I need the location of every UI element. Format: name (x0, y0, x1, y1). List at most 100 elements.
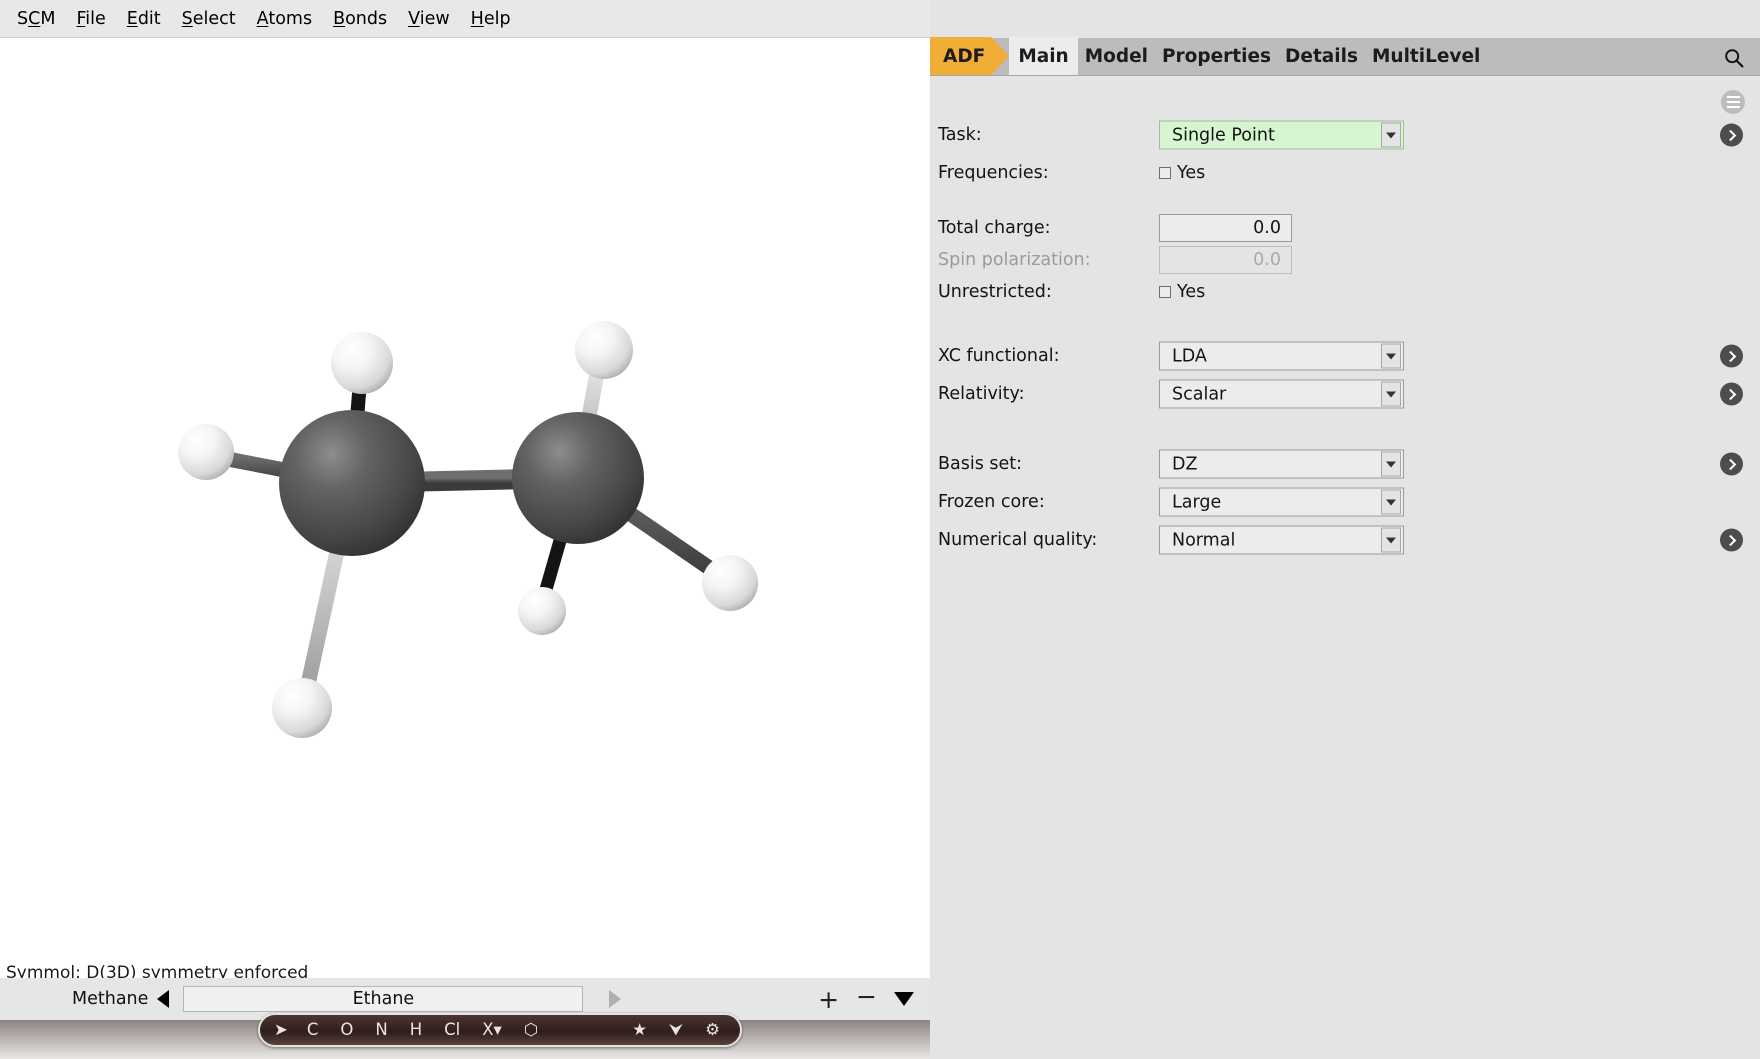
total-charge-input[interactable]: 0.0 (1159, 214, 1292, 242)
field-row-unrestricted: Unrestricted: Yes (930, 275, 1760, 309)
menu-bonds[interactable]: Bonds (323, 7, 398, 31)
atom-hydrogen-2[interactable] (331, 332, 393, 394)
atom-tool-n[interactable]: N (364, 1015, 398, 1045)
pick-tool-icon[interactable]: ⮟ (658, 1015, 694, 1045)
relativity-dropdown[interactable]: Scalar (1159, 380, 1404, 409)
current-molecule-field[interactable]: Ethane (183, 986, 583, 1012)
chevron-down-icon[interactable] (1381, 490, 1401, 515)
search-icon[interactable] (1724, 48, 1744, 68)
tab-model[interactable]: Model (1078, 37, 1155, 75)
xc-functional-label: XC functional: (938, 346, 1059, 366)
basis-set-dropdown[interactable]: DZ (1159, 450, 1404, 479)
menu-scm-accel: C (28, 9, 40, 29)
favorites-star-icon[interactable]: ★ (621, 1015, 658, 1045)
relativity-label: Relativity: (938, 384, 1025, 404)
task-label: Task: (938, 125, 982, 145)
unrestricted-checkbox-label: Yes (1177, 282, 1205, 302)
menu-view[interactable]: View (398, 7, 461, 31)
frozen-core-label: Frozen core: (938, 492, 1045, 512)
menu-select-accel: S (182, 9, 193, 29)
atom-hydrogen-4[interactable] (702, 555, 758, 611)
chevron-down-icon[interactable] (1381, 528, 1401, 553)
field-row-frozen-core: Frozen core: Large (930, 485, 1760, 519)
field-row-spin-polarization: Spin polarization: 0.0 (930, 243, 1760, 277)
triangle-left-icon[interactable] (157, 990, 169, 1008)
chevron-down-icon[interactable] (1381, 123, 1401, 148)
menu-bonds-accel: B (333, 9, 345, 29)
task-dropdown[interactable]: Single Point (1159, 121, 1404, 150)
field-row-relativity: Relativity: Scalar (930, 377, 1760, 411)
menu-atoms-post: toms (268, 9, 312, 29)
select-cursor-tool[interactable]: ➤ (269, 1015, 296, 1045)
menu-scm[interactable]: SCM (7, 7, 66, 31)
task-detail-button[interactable] (1720, 124, 1743, 147)
chevron-down-icon[interactable] (1381, 344, 1401, 369)
tab-properties[interactable]: Properties (1155, 37, 1278, 75)
menu-file-accel: F (76, 9, 85, 29)
field-row-numerical-quality: Numerical quality: Normal (930, 523, 1760, 557)
menu-bonds-post: onds (345, 9, 387, 29)
atom-tool-h[interactable]: H (399, 1015, 433, 1045)
spin-polarization-label: Spin polarization: (938, 250, 1091, 270)
atom-tool-cl[interactable]: Cl (433, 1015, 471, 1045)
atom-hydrogen-6[interactable] (272, 678, 332, 738)
menu-edit[interactable]: Edit (117, 7, 172, 31)
hamburger-line (1727, 101, 1740, 103)
atom-tool-o[interactable]: O (329, 1015, 364, 1045)
ethane-molecule-render[interactable] (0, 38, 930, 978)
checkbox-box[interactable] (1159, 286, 1171, 298)
basis-set-value: DZ (1160, 454, 1381, 474)
application-window: SCM File Edit Select Atoms Bonds View He… (0, 0, 1760, 1059)
atom-carbon-1[interactable] (279, 410, 425, 556)
menu-help-accel: H (471, 9, 484, 29)
hamburger-line (1727, 106, 1740, 108)
frequencies-checkbox[interactable]: Yes (1159, 163, 1205, 183)
frequencies-checkbox-label: Yes (1177, 163, 1205, 183)
field-row-task: Task: Single Point (930, 118, 1760, 152)
zoom-out-button[interactable]: − (856, 984, 877, 1009)
atom-hydrogen-1[interactable] (178, 424, 234, 480)
basis-set-detail-button[interactable] (1720, 453, 1743, 476)
xc-functional-detail-button[interactable] (1720, 345, 1743, 368)
atom-hydrogen-5[interactable] (518, 587, 566, 635)
tab-details[interactable]: Details (1278, 37, 1365, 75)
atom-tool-x-dropdown[interactable]: X▾ (471, 1015, 513, 1045)
previous-molecule-label[interactable]: Methane (72, 989, 148, 1009)
triangle-right-icon[interactable] (609, 990, 621, 1008)
xc-functional-dropdown[interactable]: LDA (1159, 342, 1404, 371)
symmetry-status-text: Symmol: D(3D) symmetry enforced (6, 963, 308, 978)
checkbox-box[interactable] (1159, 167, 1171, 179)
menu-help[interactable]: Help (461, 7, 522, 31)
atom-tool-c[interactable]: C (296, 1015, 330, 1045)
adf-module-badge[interactable]: ADF (930, 37, 991, 75)
menu-view-accel: V (408, 9, 420, 29)
chevron-down-icon[interactable] (1381, 382, 1401, 407)
zoom-in-button[interactable]: + (818, 987, 839, 1012)
molecule-3d-viewport[interactable]: Symmol: D(3D) symmetry enforced (0, 38, 930, 978)
menu-atoms[interactable]: Atoms (247, 7, 323, 31)
spin-polarization-input: 0.0 (1159, 246, 1292, 274)
relativity-detail-button[interactable] (1720, 383, 1743, 406)
atom-hydrogen-3[interactable] (575, 321, 633, 379)
menu-edit-post: dit (138, 9, 161, 29)
hamburger-icon[interactable] (1721, 90, 1745, 114)
settings-gear-icon[interactable]: ⚙ (694, 1015, 731, 1045)
field-row-total-charge: Total charge: 0.0 (930, 211, 1760, 245)
atom-carbon-2[interactable] (512, 412, 644, 544)
settings-form: Task: Single Point Frequencies: Yes Tota… (930, 76, 1760, 1059)
benzene-ring-tool[interactable]: ⬡ (513, 1015, 549, 1045)
tab-main[interactable]: Main (1009, 37, 1077, 75)
numerical-quality-detail-button[interactable] (1720, 529, 1743, 552)
numerical-quality-dropdown[interactable]: Normal (1159, 526, 1404, 555)
frozen-core-dropdown[interactable]: Large (1159, 488, 1404, 517)
triangle-down-icon[interactable] (894, 992, 914, 1006)
unrestricted-checkbox[interactable]: Yes (1159, 282, 1205, 302)
menu-file[interactable]: File (66, 7, 116, 31)
chevron-down-icon[interactable] (1381, 452, 1401, 477)
menu-view-post: iew (420, 9, 450, 29)
xc-functional-value: LDA (1160, 346, 1381, 366)
menu-select[interactable]: Select (172, 7, 247, 31)
field-row-basis-set: Basis set: DZ (930, 447, 1760, 481)
tab-multilevel[interactable]: MultiLevel (1365, 37, 1487, 75)
unrestricted-label: Unrestricted: (938, 282, 1052, 302)
